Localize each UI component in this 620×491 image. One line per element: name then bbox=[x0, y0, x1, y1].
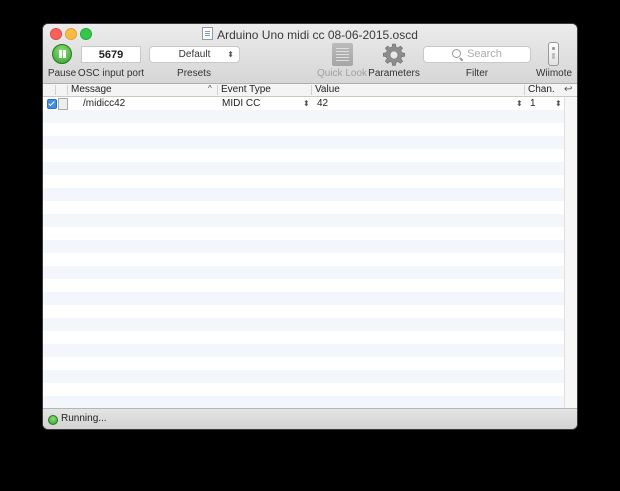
empty-row bbox=[43, 175, 564, 188]
value-stepper-icon[interactable]: ⬍ bbox=[516, 97, 523, 110]
column-header-message[interactable]: Message bbox=[71, 84, 112, 96]
row-channel[interactable]: 1 bbox=[530, 97, 536, 110]
wiimote-label: Wiimote bbox=[535, 68, 573, 79]
empty-row bbox=[43, 110, 564, 123]
empty-row bbox=[43, 188, 564, 201]
app-window: Arduino Uno midi cc 08-06-2015.oscd Defa… bbox=[43, 24, 577, 429]
row-event-type[interactable]: MIDI CC bbox=[222, 97, 260, 110]
table-header: Message ^ Event Type Value Chan. ↩ bbox=[43, 84, 577, 97]
empty-row bbox=[43, 331, 564, 344]
window-title-text: Arduino Uno midi cc 08-06-2015.oscd bbox=[217, 28, 418, 42]
empty-row bbox=[43, 136, 564, 149]
row-document-icon bbox=[58, 98, 68, 110]
column-separator bbox=[217, 85, 218, 95]
pause-label: Pause bbox=[47, 68, 77, 79]
channel-stepper-icon[interactable]: ⬍ bbox=[555, 97, 562, 110]
row-enabled-checkbox[interactable] bbox=[47, 99, 57, 109]
search-field[interactable]: Search bbox=[423, 46, 531, 63]
empty-row bbox=[43, 357, 564, 370]
row-message[interactable]: /midicc42 bbox=[83, 97, 125, 110]
column-header-event-type[interactable]: Event Type bbox=[221, 84, 271, 96]
filter-label: Filter bbox=[465, 68, 489, 79]
empty-row bbox=[43, 123, 564, 136]
empty-row bbox=[43, 149, 564, 162]
presets-select-value: Default bbox=[178, 49, 211, 60]
event-type-stepper-icon[interactable]: ⬍ bbox=[303, 97, 310, 110]
vertical-scrollbar[interactable] bbox=[564, 97, 577, 408]
empty-row bbox=[43, 266, 564, 279]
column-separator bbox=[67, 85, 68, 95]
presets-label: Presets bbox=[177, 68, 211, 79]
status-text: Running... bbox=[61, 413, 107, 424]
pause-button[interactable] bbox=[52, 44, 72, 64]
status-indicator-icon bbox=[48, 415, 58, 425]
empty-row bbox=[43, 201, 564, 214]
table-row[interactable]: /midicc42 MIDI CC ⬍ 42 ⬍ 1 ⬍ bbox=[43, 97, 564, 110]
quick-look-icon[interactable] bbox=[332, 43, 353, 66]
empty-row bbox=[43, 214, 564, 227]
column-separator bbox=[524, 85, 525, 95]
column-separator bbox=[55, 85, 56, 95]
empty-row bbox=[43, 253, 564, 266]
return-icon[interactable]: ↩ bbox=[564, 84, 572, 96]
document-icon bbox=[202, 27, 214, 40]
column-separator bbox=[311, 85, 312, 95]
presets-select[interactable]: Default ⬍ bbox=[149, 46, 240, 63]
search-icon bbox=[452, 49, 462, 58]
osc-input-port-label: OSC input port bbox=[77, 68, 145, 79]
empty-row bbox=[43, 383, 564, 396]
empty-row bbox=[43, 305, 564, 318]
window-title: Arduino Uno midi cc 08-06-2015.oscd bbox=[43, 27, 577, 42]
toolbar: Arduino Uno midi cc 08-06-2015.oscd Defa… bbox=[43, 24, 577, 84]
wiimote-icon[interactable] bbox=[548, 42, 559, 66]
column-header-value[interactable]: Value bbox=[315, 84, 340, 96]
empty-row bbox=[43, 370, 564, 383]
chevron-updown-icon: ⬍ bbox=[227, 50, 234, 59]
search-placeholder: Search bbox=[467, 48, 502, 60]
empty-row bbox=[43, 240, 564, 253]
row-value[interactable]: 42 bbox=[317, 97, 328, 110]
status-bar: Running... bbox=[43, 408, 577, 429]
empty-row bbox=[43, 318, 564, 331]
empty-row bbox=[43, 344, 564, 357]
parameters-label: Parameters bbox=[368, 68, 420, 79]
empty-row bbox=[43, 292, 564, 305]
gear-icon[interactable] bbox=[382, 43, 406, 67]
message-table: /midicc42 MIDI CC ⬍ 42 ⬍ 1 ⬍ bbox=[43, 97, 564, 409]
osc-input-port-field[interactable] bbox=[81, 46, 141, 63]
empty-row bbox=[43, 162, 564, 175]
quick-look-label: Quick Look bbox=[316, 68, 368, 79]
empty-row bbox=[43, 227, 564, 240]
empty-row bbox=[43, 279, 564, 292]
column-header-channel[interactable]: Chan. bbox=[528, 84, 555, 96]
sort-ascending-icon: ^ bbox=[208, 84, 212, 93]
